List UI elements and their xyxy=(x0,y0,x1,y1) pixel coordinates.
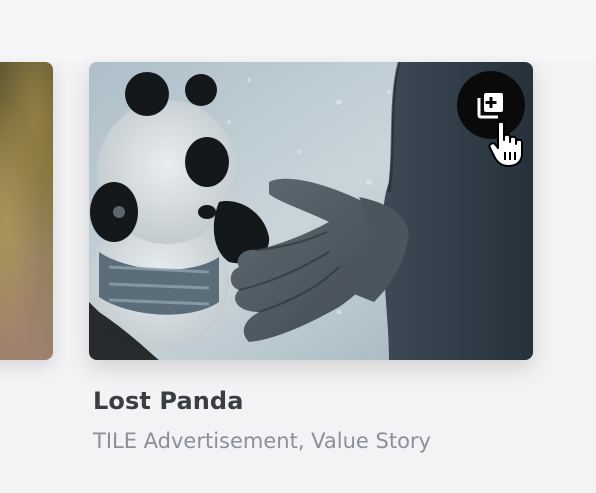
gallery-card-previous[interactable] xyxy=(0,62,53,360)
add-to-collection-icon xyxy=(477,93,503,119)
card-title[interactable]: Lost Panda xyxy=(93,387,244,415)
top-band xyxy=(0,0,596,62)
card-subtitle: TILE Advertisement, Value Story xyxy=(93,429,431,453)
card-thumbnail xyxy=(0,62,53,360)
gallery-view: Lost Panda TILE Advertisement, Value Sto… xyxy=(0,0,596,493)
add-to-collection-button[interactable] xyxy=(457,71,525,139)
